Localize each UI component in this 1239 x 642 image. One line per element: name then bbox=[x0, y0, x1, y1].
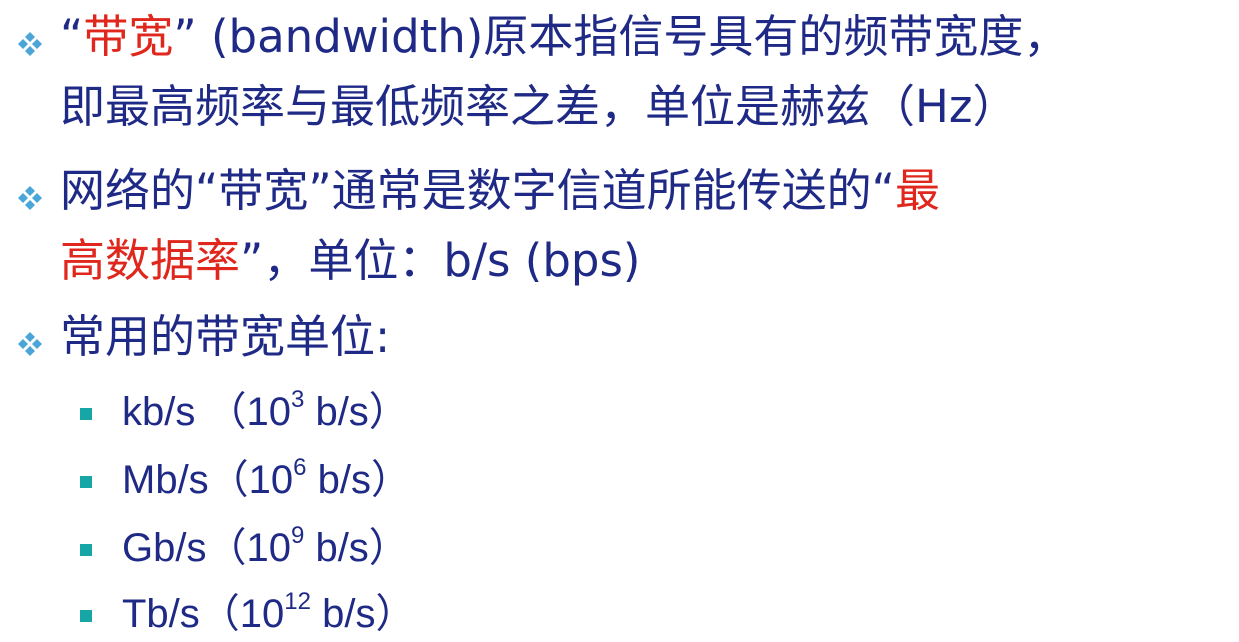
bullet-line: 网络的“带宽”通常是数字信道所能传送的“最 bbox=[60, 168, 940, 213]
unit-item-kbps: kb/s （103 b/s） bbox=[80, 386, 580, 438]
bullet-text: ”，单位：b/s (bps) bbox=[240, 234, 641, 287]
square-bullet-icon bbox=[80, 610, 92, 622]
bullet-line: 即最高频率与最低频率之差，单位是赫兹（Hz） bbox=[60, 80, 1018, 133]
highlight-term: 带宽 bbox=[83, 10, 174, 63]
unit-item-tbps: Tb/s（1012 b/s） bbox=[80, 588, 580, 640]
unit-item-mbps: Mb/s（106 b/s） bbox=[80, 454, 580, 506]
diamond-bullet-icon bbox=[18, 32, 42, 56]
highlight-term: 最 bbox=[894, 164, 940, 217]
bullet-text: (bandwidth)原本指信号具有的频带宽度， bbox=[196, 10, 1069, 63]
exponent: 6 bbox=[293, 454, 307, 481]
bullet-line: 常用的带宽单位: bbox=[60, 310, 391, 363]
square-bullet-icon bbox=[80, 544, 92, 556]
unit-text: kb/s （103 b/s） bbox=[122, 386, 409, 434]
bullet-text: 网络的“带宽”通常是数字信道所能传送的“ bbox=[60, 164, 895, 217]
square-bullet-icon bbox=[80, 408, 92, 420]
slide: “带宽” (bandwidth)原本指信号具有的频带宽度， 即最高频率与最低频率… bbox=[0, 0, 1239, 642]
exponent: 9 bbox=[290, 522, 305, 549]
highlight-term: 高数据率 bbox=[60, 234, 241, 287]
exponent: 3 bbox=[290, 386, 305, 413]
quote-open: “ bbox=[60, 10, 84, 63]
diamond-bullet-icon bbox=[18, 332, 42, 356]
exponent: 12 bbox=[284, 588, 311, 615]
square-bullet-icon bbox=[80, 476, 92, 488]
unit-item-gbps: Gb/s（109 b/s） bbox=[80, 522, 580, 574]
unit-text: Gb/s（109 b/s） bbox=[122, 522, 409, 570]
bullet-line: 高数据率”，单位：b/s (bps) bbox=[60, 238, 641, 283]
unit-text: Tb/s（1012 b/s） bbox=[122, 588, 416, 636]
bullet-line: “带宽” (bandwidth)原本指信号具有的频带宽度， bbox=[60, 14, 1068, 59]
unit-text: Mb/s（106 b/s） bbox=[122, 454, 412, 502]
quote-close: ” bbox=[173, 10, 197, 63]
diamond-bullet-icon bbox=[18, 186, 42, 210]
